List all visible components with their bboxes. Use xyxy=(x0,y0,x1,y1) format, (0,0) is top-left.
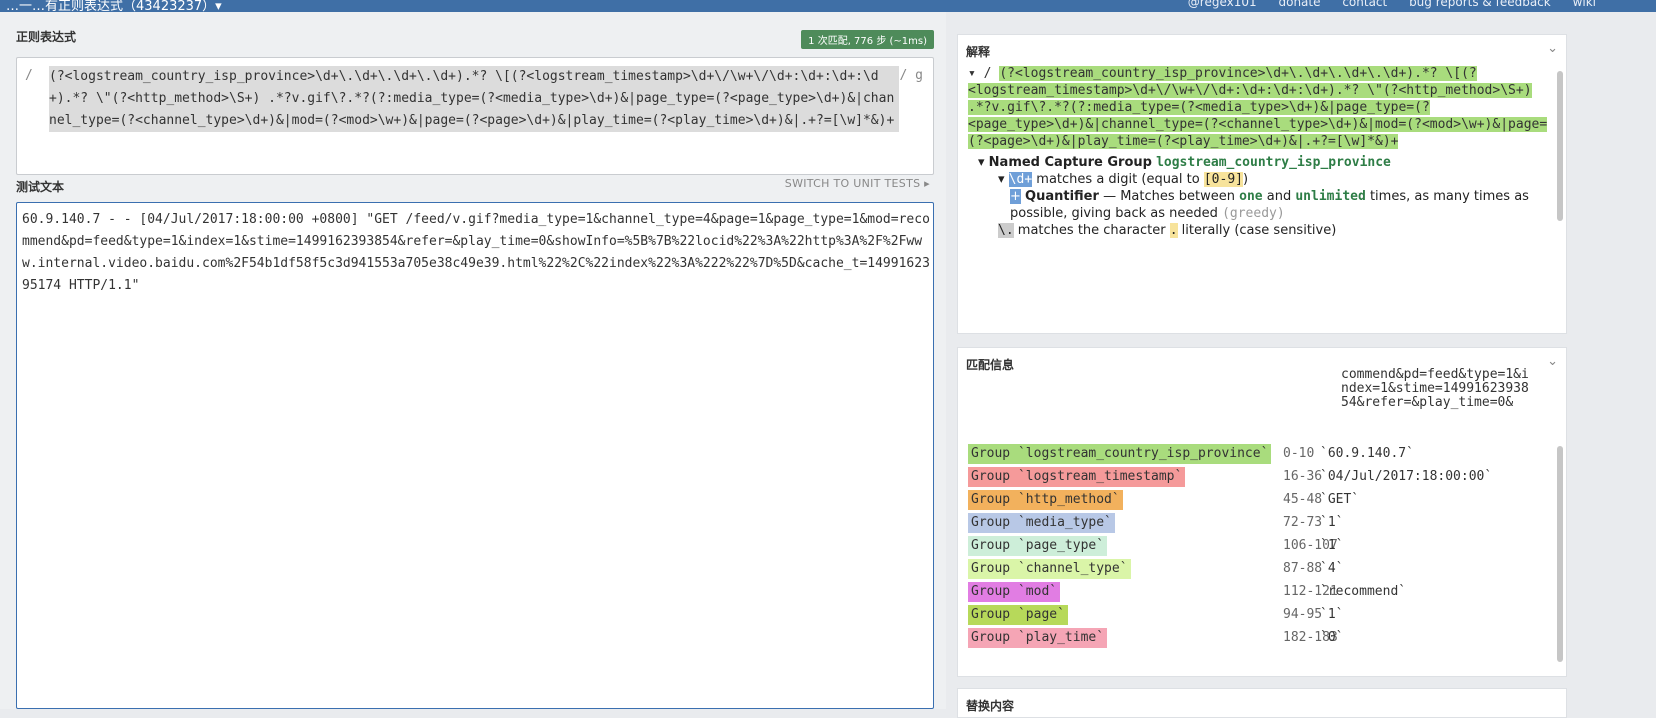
match-group-row[interactable]: Group `mod` 112-121 `recommend` xyxy=(968,582,1538,602)
group-range: 45-48 xyxy=(1283,492,1323,507)
chevron-down-icon[interactable]: ⌄ xyxy=(1547,41,1558,56)
group-name: Group `mod` xyxy=(968,582,1061,602)
test-string-input[interactable]: 60.9.140.7 - - [04/Jul/2017:18:00:00 +08… xyxy=(16,202,934,709)
editor-pane: 正则表达式 1 次匹配, 776 步 (~1ms) / (?<logstream… xyxy=(0,12,946,709)
tree-toggle-icon[interactable]: ▾ xyxy=(998,172,1005,187)
group-value: `04/Jul/2017:18:00:00` xyxy=(1320,469,1493,484)
group-value: `GET` xyxy=(1320,492,1360,507)
match-group-row[interactable]: Group `channel_type` 87-88 `4` xyxy=(968,559,1538,579)
group-value: `0` xyxy=(1320,630,1344,645)
match-group-row[interactable]: Group `page` 94-95 `1` xyxy=(968,605,1538,625)
group-name: Group `channel_type` xyxy=(968,559,1131,579)
wiki-link[interactable]: wiki xyxy=(1573,0,1596,9)
explanation-tree: ▾ / (?<logstream_country_isp_province>\d… xyxy=(968,65,1548,330)
explanation-title: 解释 xyxy=(966,45,991,59)
group-name: Group `http_method` xyxy=(968,490,1123,510)
donate-link[interactable]: donate xyxy=(1278,0,1320,9)
group-range: 0-10 xyxy=(1283,446,1315,461)
chevron-down-icon[interactable]: ⌄ xyxy=(1547,354,1558,369)
tree-toggle-icon[interactable]: ▾ xyxy=(978,155,985,170)
contact-link[interactable]: contact xyxy=(1342,0,1387,9)
group-value: `1` xyxy=(1320,515,1344,530)
digit-node: ▾ \d+ matches a digit (equal to [0-9]) xyxy=(998,172,1249,187)
bug-report-link[interactable]: bug reports & feedback xyxy=(1409,0,1551,9)
group-range: 94-95 xyxy=(1283,607,1323,622)
sidebar: 解释 ⌄ ▾ / (?<logstream_country_isp_provin… xyxy=(957,12,1656,718)
full-match-value: commend&pd=feed&type=1&index=1&stime=149… xyxy=(1341,367,1537,410)
regex-delimiter: / xyxy=(25,68,33,83)
tree-toggle-icon[interactable]: ▾ xyxy=(968,66,976,81)
substitution-title: 替换内容 xyxy=(966,699,1015,713)
explanation-panel: 解释 ⌄ ▾ / (?<logstream_country_isp_provin… xyxy=(957,34,1567,334)
top-bar: …一…有正则表达式（43423237）▾ @regex101 donate co… xyxy=(0,0,1656,12)
group-value: `60.9.140.7` xyxy=(1320,446,1414,461)
regex-flags[interactable]: / g xyxy=(900,68,923,83)
match-group-row[interactable]: Group `logstream_country_isp_province` 0-… xyxy=(968,444,1538,464)
named-group-node: ▾ Named Capture Group logstream_country_… xyxy=(978,155,1391,170)
group-name: Group `media_type` xyxy=(968,513,1115,533)
switch-unit-tests-button[interactable]: SWITCH TO UNIT TESTS ▸ xyxy=(785,177,930,190)
group-range: 87-88 xyxy=(1283,561,1323,576)
test-string-text[interactable]: 60.9.140.7 - - [04/Jul/2017:18:00:00 +08… xyxy=(22,209,932,297)
match-info-panel: 匹配信息 ⌄ commend&pd=feed&type=1&index=1&st… xyxy=(957,347,1567,677)
group-range: 16-36 xyxy=(1283,469,1323,484)
group-value: `4` xyxy=(1320,561,1344,576)
substitution-panel: 替换内容 xyxy=(957,688,1567,718)
group-name: Group `page_type` xyxy=(968,536,1108,556)
regex-label: 正则表达式 xyxy=(16,30,77,44)
group-value: `1` xyxy=(1320,538,1344,553)
regex-pattern[interactable]: (?<logstream_country_isp_province>\d+\.\… xyxy=(49,66,899,132)
group-name: Group `page` xyxy=(968,605,1068,625)
quantifier-node: + Quantifier — Matches between one and u… xyxy=(1010,189,1529,221)
group-name: Group `logstream_timestamp` xyxy=(968,467,1186,487)
match-info-title: 匹配信息 xyxy=(966,358,1015,372)
explanation-regex: ▾ / (?<logstream_country_isp_province>\d… xyxy=(968,66,1548,149)
header-links: @regex101 donate contact bug reports & f… xyxy=(1170,0,1596,9)
test-string-label: 测试文本 xyxy=(16,180,65,194)
match-group-row[interactable]: Group `play_time` 182-183 `0` xyxy=(968,628,1538,648)
group-value: `recommend` xyxy=(1320,584,1407,599)
group-name: Group `play_time` xyxy=(968,628,1108,648)
twitter-link[interactable]: @regex101 xyxy=(1188,0,1257,9)
match-scrollbar[interactable] xyxy=(1557,446,1563,662)
group-value: `1` xyxy=(1320,607,1344,622)
group-range: 72-73 xyxy=(1283,515,1323,530)
match-group-row[interactable]: Group `logstream_timestamp` 16-36 `04/Jul/… xyxy=(968,467,1538,487)
regex-input[interactable]: / (?<logstream_country_isp_province>\d+\… xyxy=(16,57,934,175)
explanation-scrollbar[interactable] xyxy=(1557,71,1563,221)
group-name: Group `logstream_country_isp_province` xyxy=(968,444,1272,464)
pattern-summary: (?<logstream_country_isp_province>\d+\.\… xyxy=(968,66,1548,149)
app-title: …一…有正则表达式（43423237）▾ xyxy=(6,0,222,12)
match-count-badge: 1 次匹配, 776 步 (~1ms) xyxy=(801,30,934,49)
dot-node: \. matches the character . literally (ca… xyxy=(998,223,1337,238)
match-group-row[interactable]: Group `page_type` 106-107 `1` xyxy=(968,536,1538,556)
match-group-row[interactable]: Group `media_type` 72-73 `1` xyxy=(968,513,1538,533)
match-group-row[interactable]: Group `http_method` 45-48 `GET` xyxy=(968,490,1538,510)
